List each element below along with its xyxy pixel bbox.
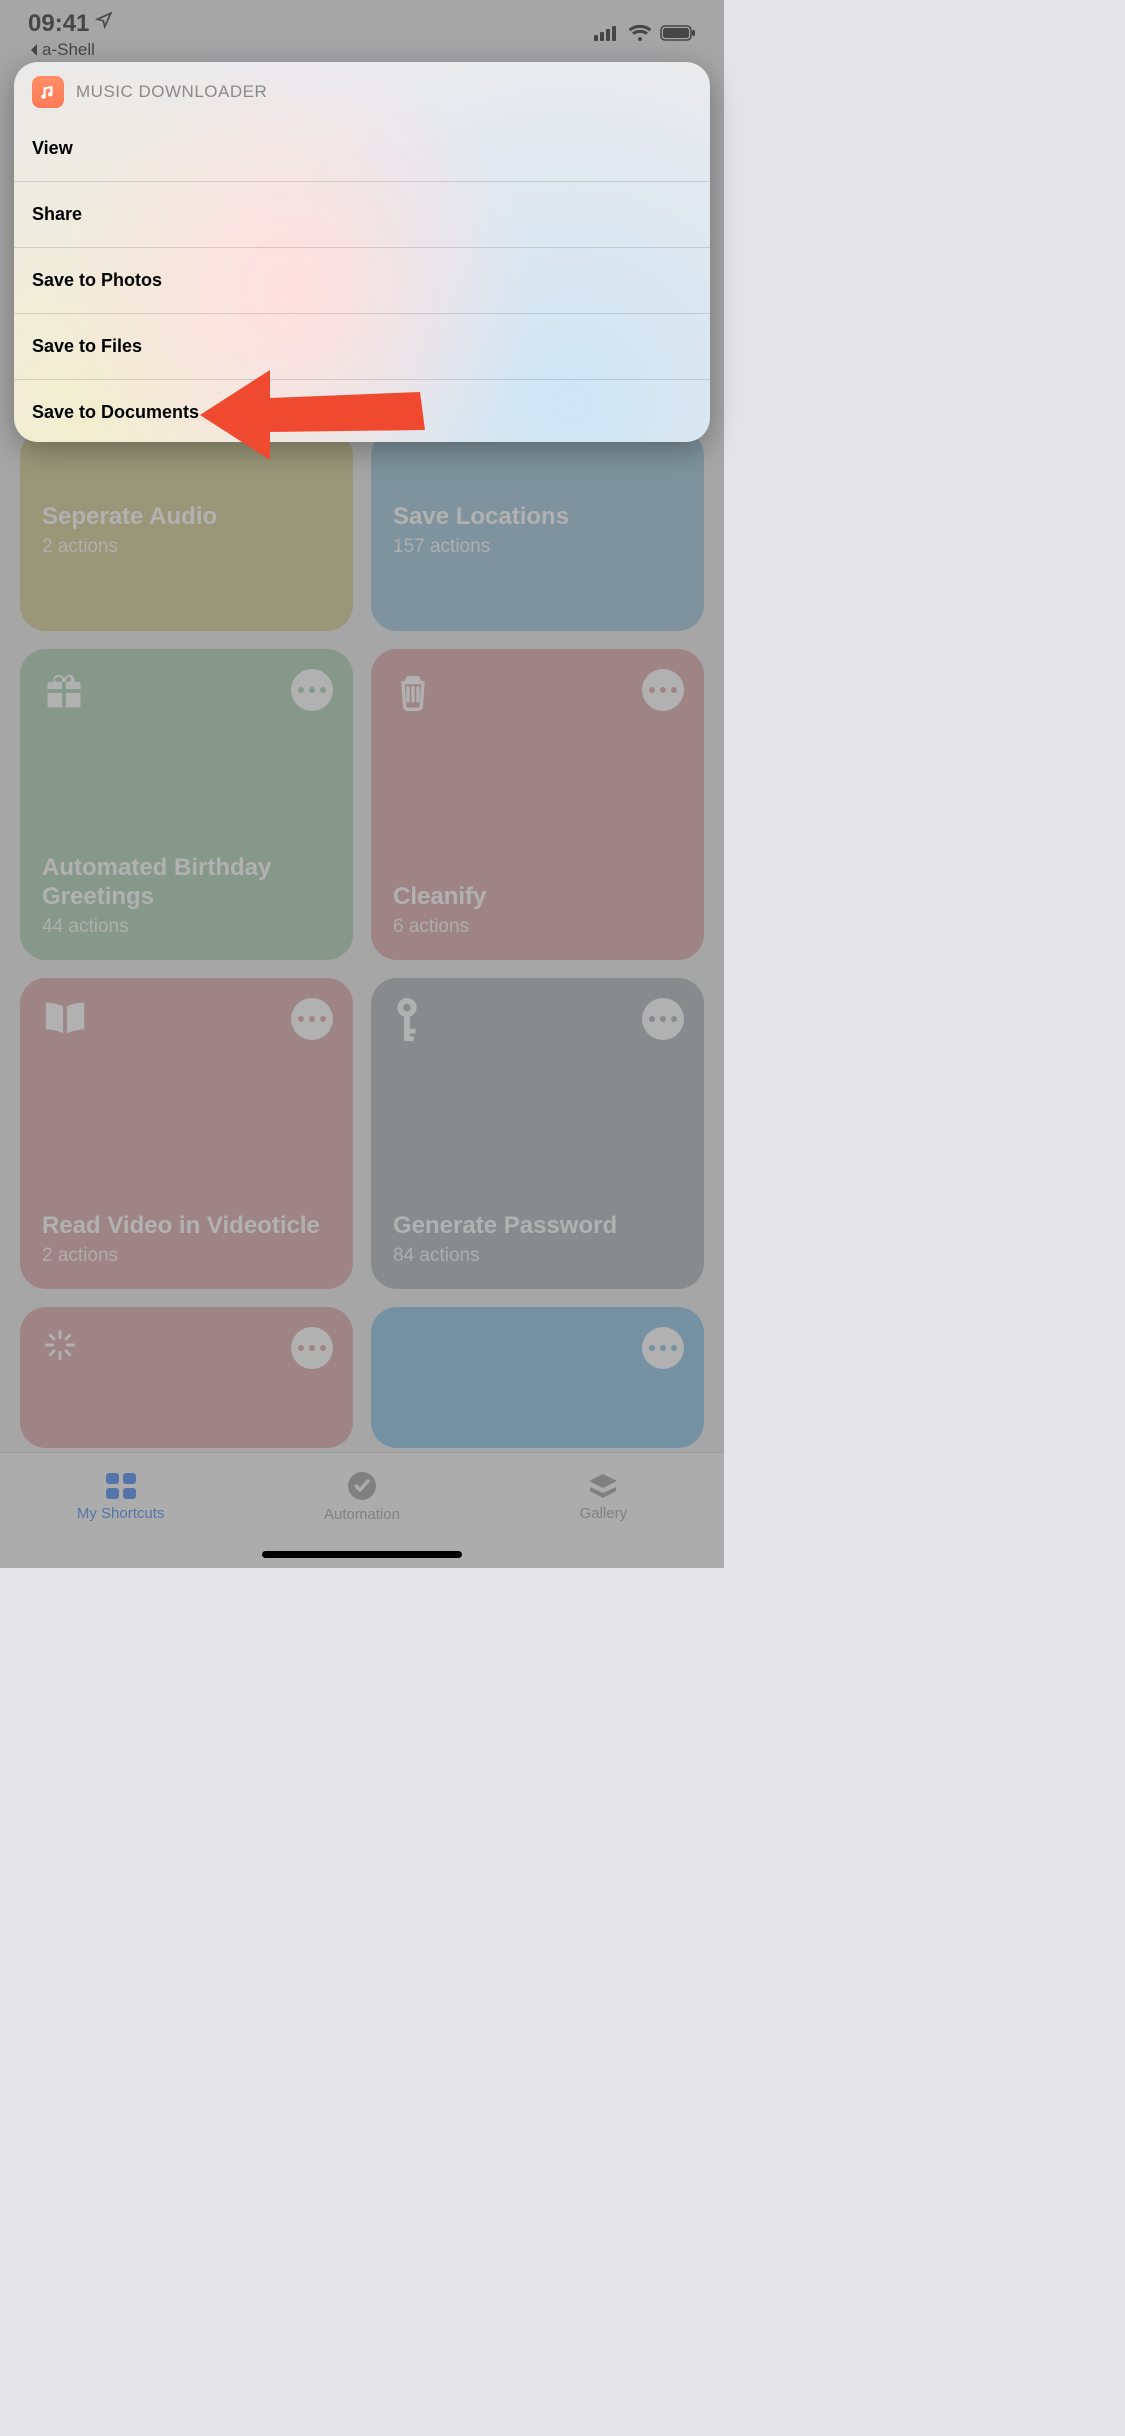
- action-sheet: MUSIC DOWNLOADER View Share Save to Phot…: [14, 62, 710, 442]
- music-icon: [32, 76, 64, 108]
- menu-view[interactable]: View: [14, 118, 710, 181]
- menu-save-files[interactable]: Save to Files: [14, 313, 710, 379]
- menu-share[interactable]: Share: [14, 181, 710, 247]
- sheet-header: MUSIC DOWNLOADER: [14, 62, 710, 118]
- menu-save-documents[interactable]: Save to Documents: [14, 379, 710, 442]
- home-indicator[interactable]: [262, 1551, 462, 1558]
- sheet-title: MUSIC DOWNLOADER: [76, 82, 267, 102]
- menu-save-photos[interactable]: Save to Photos: [14, 247, 710, 313]
